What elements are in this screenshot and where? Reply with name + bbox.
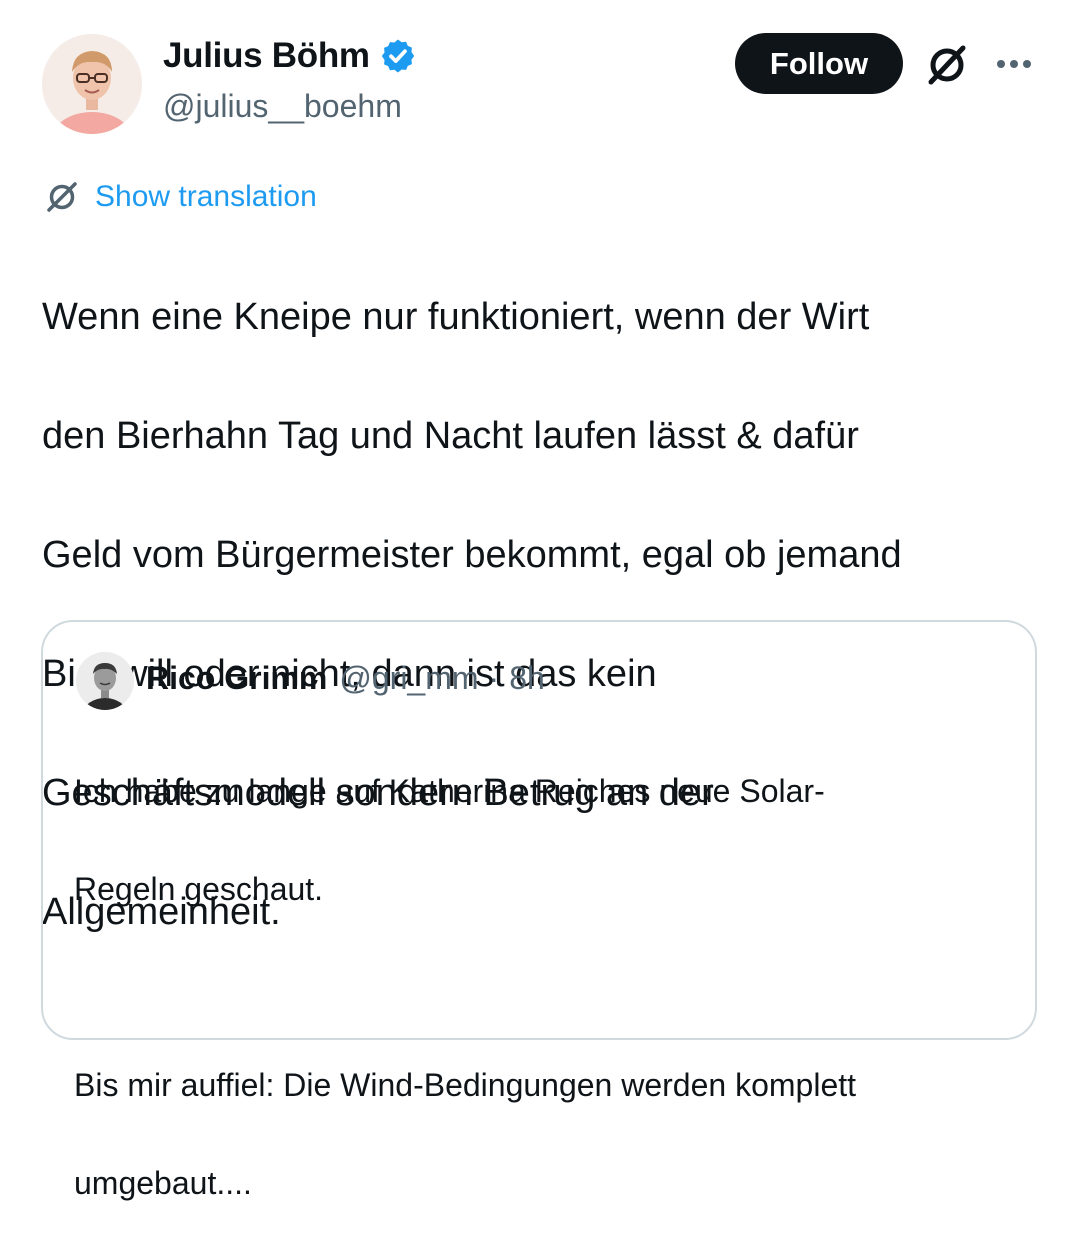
quoted-author-avatar[interactable] — [76, 652, 134, 710]
quoted-tweet-header: Rico Grimm @gri_mm · 8h — [146, 660, 545, 697]
follow-button[interactable]: Follow — [735, 33, 903, 94]
grok-translate-icon — [47, 182, 77, 212]
verified-badge-icon[interactable] — [379, 37, 417, 75]
tweet-text-line: Wenn eine Kneipe nur funktioniert, wenn … — [42, 295, 870, 338]
quoted-text-line: umgebaut.... — [74, 1165, 252, 1201]
author-handle[interactable]: @julius__boehm — [163, 88, 402, 125]
show-translation-label[interactable]: Show translation — [95, 180, 317, 214]
author-name[interactable]: Julius Böhm — [163, 36, 370, 76]
author-name-row: Julius Böhm — [163, 36, 417, 76]
author-avatar[interactable] — [42, 34, 142, 134]
grok-icon[interactable] — [922, 40, 972, 90]
quoted-text-line: Regeln geschaut. — [74, 871, 324, 907]
quoted-tweet-time[interactable]: 8h — [509, 660, 545, 697]
show-translation-link[interactable]: Show translation — [43, 178, 317, 216]
quoted-text-spacer — [74, 963, 1024, 1012]
header-separator: · — [488, 660, 500, 696]
quoted-text-line: Bis mir auffiel: Die Wind-Bedingungen we… — [74, 1067, 857, 1103]
quoted-tweet-card[interactable]: Rico Grimm @gri_mm · 8h Ich habe zu lang… — [41, 620, 1037, 1201]
quoted-author-name[interactable]: Rico Grimm — [146, 660, 327, 697]
quoted-author-avatar-image — [76, 652, 134, 710]
more-dots-icon[interactable] — [990, 44, 1038, 84]
tweet-text-line: den Bierhahn Tag und Nacht laufen lässt … — [42, 414, 859, 457]
quoted-tweet-text: Ich habe zu lange auf Katherina Reiches … — [74, 718, 1024, 1257]
author-avatar-image — [42, 34, 142, 134]
quoted-author-handle[interactable]: @gri_mm — [339, 660, 478, 697]
tweet-text-line: Geld vom Bürgermeister bekommt, egal ob … — [42, 533, 902, 576]
quoted-text-line: Ich habe zu lange auf Katherina Reiches … — [74, 773, 825, 809]
